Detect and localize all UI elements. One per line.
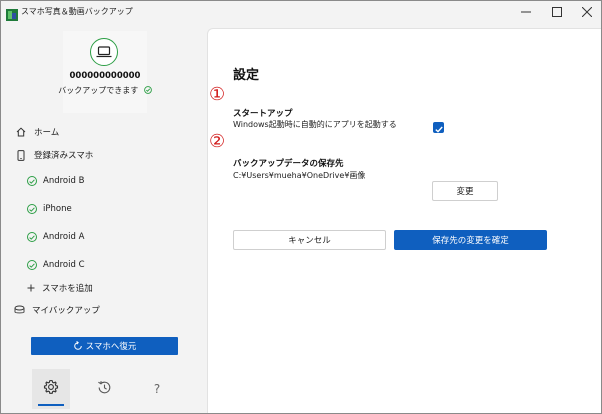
annotation-marker-2: ②	[209, 131, 226, 152]
startup-checkbox[interactable]	[433, 122, 444, 133]
checkmark-icon	[434, 118, 443, 137]
app-logo-icon	[6, 6, 18, 21]
phone-name: Android C	[43, 260, 85, 270]
page-title: 設定	[233, 68, 260, 83]
confirm-location-button[interactable]: 保存先の変更を確定	[394, 230, 547, 250]
app-window: スマホ写真＆動画バックアップ 000000000000 バックアップできます ホ…	[0, 0, 602, 414]
history-icon	[97, 380, 112, 399]
plus-icon	[25, 284, 37, 292]
device-id: 000000000000	[69, 71, 141, 81]
help-question-icon: ?	[153, 382, 161, 396]
change-location-button[interactable]: 変更	[432, 181, 498, 201]
cancel-button[interactable]: キャンセル	[233, 230, 386, 250]
check-circle-icon	[27, 260, 37, 270]
nav-home[interactable]: ホーム	[14, 124, 59, 140]
backup-status: バックアップできます	[43, 85, 167, 96]
nav-my-backup[interactable]: マイバックアップ	[12, 302, 100, 318]
save-location-heading: バックアップデータの保存先	[233, 159, 344, 169]
startup-heading: スタートアップ	[233, 109, 293, 119]
phone-name: Android B	[43, 176, 85, 186]
nav-home-label: ホーム	[34, 128, 60, 138]
tab-history[interactable]	[85, 369, 123, 409]
laptop-icon	[90, 38, 118, 66]
phone-item-android-b[interactable]: Android B	[27, 173, 84, 189]
tab-help[interactable]: ?	[138, 369, 176, 409]
gear-icon	[43, 379, 59, 399]
phone-icon	[14, 148, 28, 162]
nav-registered-label: 登録済みスマホ	[34, 151, 94, 161]
startup-description: Windows起動時に自動的にアプリを起動する	[233, 120, 397, 129]
phone-item-android-a[interactable]: Android A	[27, 229, 84, 245]
phone-item-iphone[interactable]: iPhone	[27, 201, 72, 217]
active-tab-indicator	[38, 404, 64, 406]
title-bar: スマホ写真＆動画バックアップ	[1, 1, 601, 23]
tab-settings[interactable]	[32, 369, 70, 409]
check-circle-icon	[27, 232, 37, 242]
close-button[interactable]	[572, 1, 601, 23]
check-circle-icon	[141, 86, 152, 95]
restore-label: スマホへ復元	[85, 342, 137, 352]
backup-drive-icon	[12, 303, 26, 317]
phone-name: iPhone	[43, 204, 72, 214]
nav-registered-phones[interactable]: 登録済みスマホ	[14, 147, 93, 163]
save-location-path: C:¥Users¥mueha¥OneDrive¥画像	[233, 171, 366, 180]
phone-item-android-c[interactable]: Android C	[27, 257, 85, 273]
check-circle-icon	[27, 204, 37, 214]
check-circle-icon	[27, 176, 37, 186]
window-title: スマホ写真＆動画バックアップ	[21, 7, 133, 16]
maximize-button[interactable]	[542, 1, 572, 23]
nav-my-backup-label: マイバックアップ	[32, 306, 100, 316]
restore-to-phone-button[interactable]: スマホへ復元	[31, 337, 178, 355]
settings-panel	[207, 28, 601, 413]
home-icon	[14, 125, 28, 139]
add-phone-label: スマホを追加	[42, 284, 93, 294]
minimize-button[interactable]	[511, 1, 541, 23]
sidebar: 000000000000 バックアップできます ホーム 登録済みスマホ Andr…	[1, 23, 204, 413]
backup-status-text: バックアップできます	[58, 86, 139, 95]
add-phone-button[interactable]: スマホを追加	[25, 280, 93, 296]
annotation-marker-1: ①	[209, 84, 226, 105]
phone-name: Android A	[43, 232, 85, 242]
restore-icon	[73, 341, 83, 351]
